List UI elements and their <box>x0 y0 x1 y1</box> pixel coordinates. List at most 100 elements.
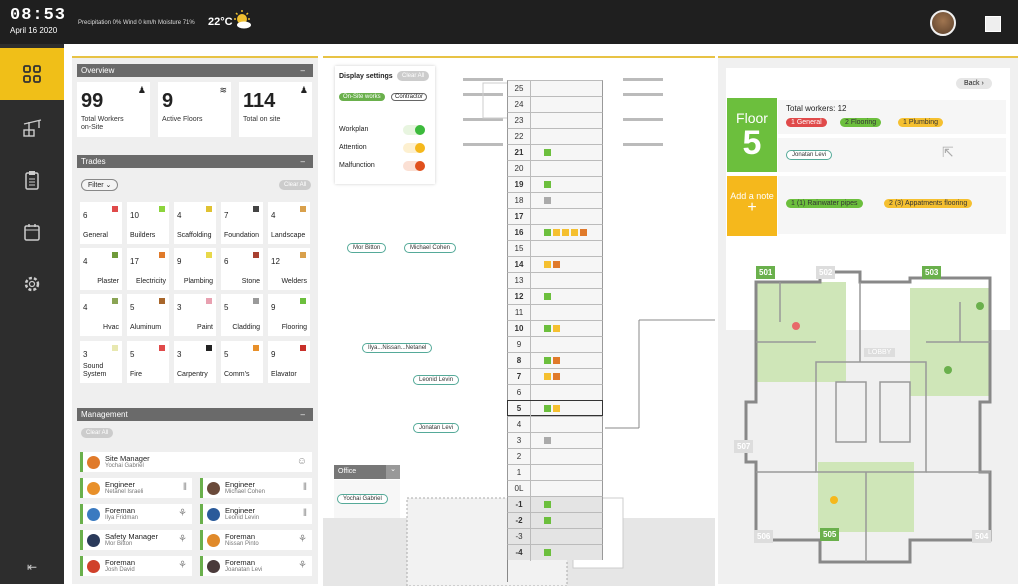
floor-worker-tag[interactable]: Jonatan Levi <box>786 150 833 160</box>
floor-row[interactable]: 16 <box>507 224 603 241</box>
floor-row[interactable]: 20 <box>507 160 603 177</box>
manager-card[interactable]: Site Manager Yochai Gabriel ☺ <box>80 452 312 472</box>
worker-tag[interactable]: Jonatan Levi <box>413 423 460 433</box>
overview-header[interactable]: Overview – <box>77 64 313 77</box>
floor-row[interactable]: 4 <box>507 416 603 433</box>
workplan-toggle[interactable] <box>403 125 425 135</box>
manager-card[interactable]: Engineer Netanel Israeli ‖ <box>80 478 192 498</box>
crane-icon[interactable] <box>0 102 64 154</box>
clipboard-icon[interactable] <box>0 154 64 206</box>
clear-all-button[interactable]: Clear All <box>397 71 430 81</box>
floor-row[interactable]: 19 <box>507 176 603 193</box>
floor-row[interactable]: 5 <box>507 400 603 417</box>
office-header[interactable]: Office ⌄ <box>334 465 400 479</box>
floor-row[interactable]: 25 <box>507 80 603 97</box>
management-header[interactable]: Management – <box>77 408 313 421</box>
status-icon[interactable]: ‖ <box>183 482 187 493</box>
apartment-label[interactable]: 505 <box>820 528 840 541</box>
manager-card[interactable]: Engineer Leonid Levin ‖ <box>200 504 312 524</box>
trade-tile[interactable]: 4 Landscape <box>268 202 310 244</box>
status-icon[interactable]: ⚘ <box>298 534 307 545</box>
floor-row[interactable]: 23 <box>507 112 603 129</box>
minimize-icon[interactable]: – <box>301 64 305 77</box>
floor-row[interactable]: 9 <box>507 336 603 353</box>
manager-card[interactable]: Foreman Nissan Pinto ⚘ <box>200 530 312 550</box>
worker-tag[interactable]: Leonid Levin <box>413 375 460 385</box>
calendar-icon[interactable] <box>0 206 64 258</box>
floor-row[interactable]: 3 <box>507 432 603 449</box>
back-button[interactable]: Back › <box>956 78 992 89</box>
trade-tile[interactable]: 6 General <box>80 202 122 244</box>
trade-tile[interactable]: 4 Hvac <box>80 294 122 336</box>
trade-tile[interactable]: 9 Flooring <box>268 294 310 336</box>
apartment-label[interactable]: 503 <box>922 266 942 279</box>
floor-row[interactable]: 2 <box>507 448 603 465</box>
trade-tile[interactable]: 7 Foundation <box>221 202 263 244</box>
worker-tag[interactable]: Ilya...Nissan...Netanel <box>362 343 433 353</box>
trade-tag[interactable]: 1 General <box>786 118 827 127</box>
trade-tile[interactable]: 3 Sound System <box>80 341 122 383</box>
chevron-down-icon[interactable]: ⌄ <box>386 465 400 479</box>
trade-tile[interactable]: 4 Plaster <box>80 248 122 290</box>
status-icon[interactable]: ☺ <box>297 456 307 467</box>
status-icon[interactable]: ‖ <box>303 482 307 493</box>
attention-toggle[interactable] <box>403 143 425 153</box>
status-icon[interactable]: ⚘ <box>298 560 307 571</box>
filter-dropdown[interactable]: Filter ⌄ <box>81 179 119 191</box>
trade-tile[interactable]: 5 Aluminum <box>127 294 169 336</box>
floor-row[interactable]: 15 <box>507 240 603 257</box>
grid-icon[interactable] <box>0 48 64 100</box>
worker-tag[interactable]: Mor Bitton <box>347 243 387 253</box>
add-note-button[interactable]: Add a note + <box>727 176 777 236</box>
apartment-label[interactable]: 506 <box>754 530 774 543</box>
tab-on-site-works[interactable]: On-Site works <box>339 93 385 101</box>
worker-tag[interactable]: Michael Cohen <box>404 243 457 253</box>
trade-tile[interactable]: 10 Builders <box>127 202 169 244</box>
trade-tile[interactable]: 6 Stone <box>221 248 263 290</box>
floor-row[interactable]: 6 <box>507 384 603 401</box>
tab-contractor[interactable]: Contractor <box>391 93 428 101</box>
status-icon[interactable]: ⚘ <box>178 534 187 545</box>
trade-tag[interactable]: 1 Plumbing <box>898 118 944 127</box>
floor-row[interactable]: 14 <box>507 256 603 273</box>
floor-row[interactable]: 13 <box>507 272 603 289</box>
trade-tile[interactable]: 17 Electricity <box>127 248 169 290</box>
trade-tile[interactable]: 12 Welders <box>268 248 310 290</box>
floor-row[interactable]: 10 <box>507 320 603 337</box>
profile-icon[interactable] <box>985 16 1001 32</box>
floor-row[interactable]: 22 <box>507 128 603 145</box>
settings-icon[interactable] <box>0 258 64 310</box>
clear-all-button[interactable]: Clear All <box>279 180 312 190</box>
apartment-label[interactable]: 504 <box>972 530 992 543</box>
trade-tile[interactable]: 9 Elavator <box>268 341 310 383</box>
floor-row[interactable]: 1 <box>507 464 603 481</box>
manager-card[interactable]: Foreman Josh David ⚘ <box>80 556 192 576</box>
minimize-icon[interactable]: – <box>301 408 305 421</box>
floor-row[interactable]: 24 <box>507 96 603 113</box>
manager-card[interactable]: Engineer Michael Cohen ‖ <box>200 478 312 498</box>
trade-tag[interactable]: 2 Flooring <box>840 118 882 127</box>
apartment-label[interactable]: 501 <box>756 266 776 279</box>
trade-tile[interactable]: 4 Scaffolding <box>174 202 216 244</box>
trade-tile[interactable]: 5 Fire <box>127 341 169 383</box>
note-tag[interactable]: 1 (1) Rainwater pipes <box>786 199 863 208</box>
malfunction-toggle[interactable] <box>403 161 425 171</box>
floor-row[interactable]: 0L <box>507 480 603 497</box>
floor-row[interactable]: 12 <box>507 288 603 305</box>
trade-tile[interactable]: 3 Paint <box>174 294 216 336</box>
office-worker-tag[interactable]: Yochai Gabriel <box>337 494 388 504</box>
minimize-icon[interactable]: – <box>301 155 305 168</box>
manager-card[interactable]: Foreman Joanatan Levi ⚘ <box>200 556 312 576</box>
floor-row[interactable]: 18 <box>507 192 603 209</box>
trade-tile[interactable]: 3 Carpentry <box>174 341 216 383</box>
apartment-label[interactable]: 507 <box>734 440 754 453</box>
manager-card[interactable]: Safety Manager Mor Bitton ⚘ <box>80 530 192 550</box>
floor-row[interactable]: 8 <box>507 352 603 369</box>
trade-tile[interactable]: 5 Comm's <box>221 341 263 383</box>
floor-row[interactable]: -3 <box>507 528 603 545</box>
status-icon[interactable]: ⚘ <box>178 560 187 571</box>
floor-row[interactable]: 7 <box>507 368 603 385</box>
floor-row[interactable]: -4 <box>507 544 603 561</box>
note-tag[interactable]: 2 (3) Appatments flooring <box>884 199 973 208</box>
floor-row[interactable]: -2 <box>507 512 603 529</box>
